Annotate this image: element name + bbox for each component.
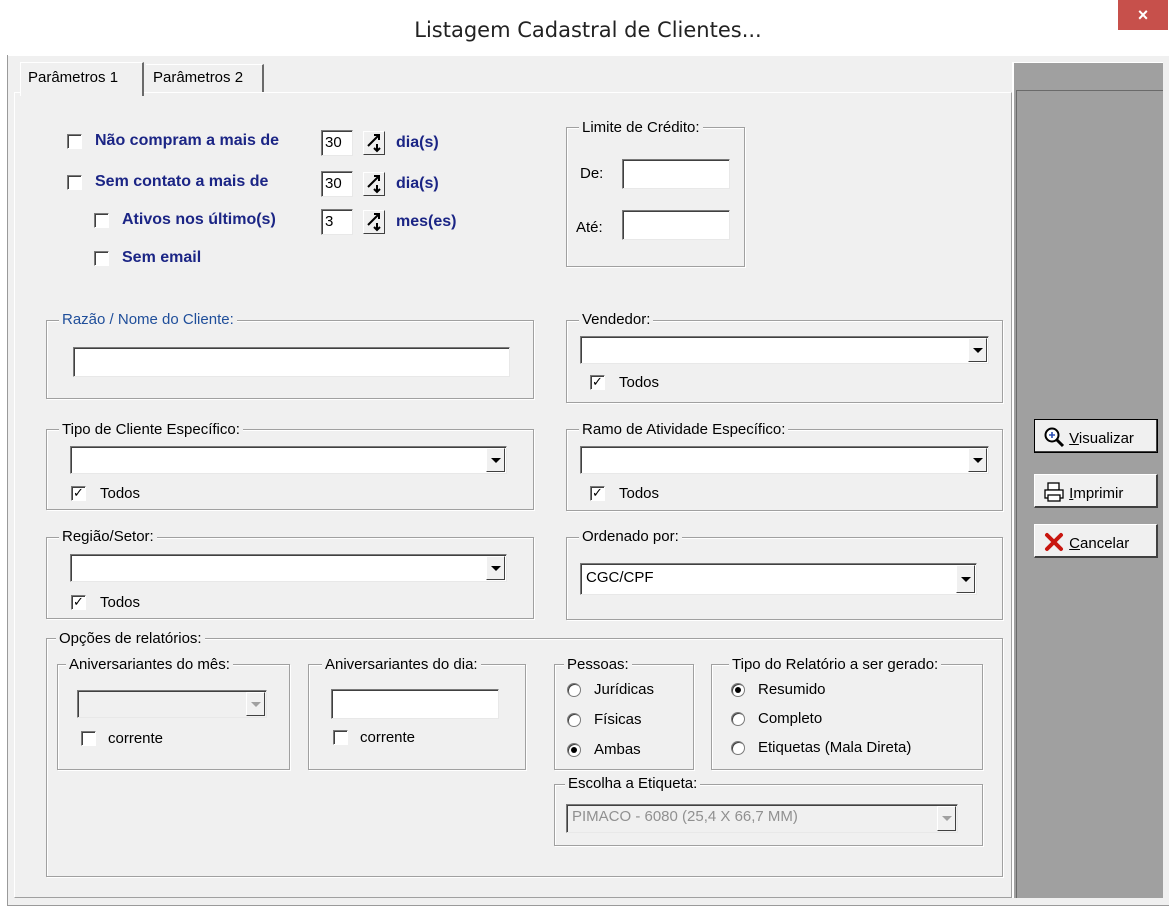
vendedor-select[interactable] xyxy=(580,336,989,364)
ordenado-select[interactable]: CGC/CPF xyxy=(580,563,977,595)
ramo-legend: Ramo de Atividade Específico: xyxy=(579,421,789,438)
aniv-mes-corrente-label: corrente xyxy=(108,730,164,747)
nao-compram-label: Não compram a mais de xyxy=(95,132,280,149)
window-border xyxy=(7,905,1169,906)
aniv-dia-corrente-label: corrente xyxy=(360,729,416,746)
sem-email-label: Sem email xyxy=(122,249,202,266)
tipo-resumido-label: Resumido xyxy=(758,681,826,698)
tab-parametros-1[interactable]: Parâmetros 1 xyxy=(20,62,144,96)
credito-de-input[interactable] xyxy=(622,159,730,189)
visualizar-button[interactable]: Visualizar xyxy=(1034,419,1158,453)
window-title: Listagem Cadastral de Clientes... xyxy=(414,18,762,42)
regiao-legend: Região/Setor: xyxy=(59,528,157,545)
aniv-mes-select[interactable] xyxy=(77,690,267,718)
ativos-unit: mes(es) xyxy=(396,213,457,230)
etiqueta-legend: Escolha a Etiqueta: xyxy=(565,775,701,792)
radio-selected-dot xyxy=(735,687,741,693)
ativos-months-input[interactable]: 3 xyxy=(321,209,353,235)
etiqueta-select[interactable]: PIMACO - 6080 (25,4 X 66,7 MM) xyxy=(566,804,958,833)
ramo-todos-checkbox[interactable]: ✓ xyxy=(590,486,605,501)
cancelar-label: ancelar xyxy=(1080,535,1130,552)
credito-de-label: De: xyxy=(580,165,604,182)
etiqueta-select-value: PIMACO - 6080 (25,4 X 66,7 MM) xyxy=(572,808,798,825)
ativos-spinner[interactable] xyxy=(363,210,385,234)
ativos-label: Ativos nos último(s) xyxy=(122,211,276,228)
credito-ate-label: Até: xyxy=(576,219,603,236)
aniv-dia-legend: Aniversariantes do dia: xyxy=(322,656,481,673)
regiao-todos-checkbox[interactable]: ✓ xyxy=(71,595,86,610)
tipo-cliente-todos-checkbox[interactable]: ✓ xyxy=(71,486,86,501)
spin-arrows-icon xyxy=(367,213,381,232)
tipo-cliente-todos-label: Todos xyxy=(100,485,141,502)
chevron-down-icon[interactable] xyxy=(956,565,975,593)
vendedor-todos-checkbox[interactable]: ✓ xyxy=(590,375,605,390)
sem-contato-checkbox[interactable] xyxy=(67,175,82,190)
visualizar-accel: V xyxy=(1069,430,1079,447)
red-x-icon xyxy=(1045,533,1063,551)
cancelar-button[interactable]: Cancelar xyxy=(1034,524,1158,558)
pessoas-legend: Pessoas: xyxy=(564,656,632,673)
limite-credito-group xyxy=(566,127,745,267)
limite-credito-legend: Limite de Crédito: xyxy=(579,119,703,136)
chevron-down-icon[interactable] xyxy=(246,692,265,716)
imprimir-button[interactable]: Imprimir xyxy=(1034,474,1158,508)
spin-arrows-icon xyxy=(367,175,381,194)
sem-contato-spinner[interactable] xyxy=(363,172,385,196)
regiao-todos-label: Todos xyxy=(100,594,141,611)
credito-ate-input[interactable] xyxy=(622,210,730,240)
close-button[interactable]: × xyxy=(1118,0,1168,30)
tipo-etiquetas-label: Etiquetas (Mala Direta) xyxy=(758,739,912,756)
chevron-down-icon[interactable] xyxy=(486,556,505,580)
tipo-cliente-legend: Tipo de Cliente Específico: xyxy=(59,421,243,438)
visualizar-label: isualizar xyxy=(1078,430,1134,447)
aniv-dia-input[interactable] xyxy=(331,689,499,719)
ordenado-select-value: CGC/CPF xyxy=(586,569,654,586)
tipo-etiquetas-radio[interactable] xyxy=(731,741,745,755)
nao-compram-days-input[interactable]: 30 xyxy=(321,130,353,156)
vendedor-legend: Vendedor: xyxy=(579,311,654,328)
nao-compram-unit: dia(s) xyxy=(396,134,439,151)
sem-contato-unit: dia(s) xyxy=(396,175,439,192)
ordenado-legend: Ordenado por: xyxy=(579,528,682,545)
razao-legend: Razão / Nome do Cliente: xyxy=(59,311,237,328)
pessoas-fisicas-label: Físicas xyxy=(594,711,642,728)
spin-arrows-icon xyxy=(367,134,381,153)
tipo-completo-radio[interactable] xyxy=(731,712,745,726)
tipo-completo-label: Completo xyxy=(758,710,823,727)
ramo-select[interactable] xyxy=(580,446,989,474)
vendedor-todos-label: Todos xyxy=(619,374,660,391)
pessoas-ambas-label: Ambas xyxy=(594,741,641,758)
ativos-checkbox[interactable] xyxy=(94,213,109,228)
razao-input[interactable] xyxy=(73,347,510,377)
chevron-down-icon[interactable] xyxy=(968,338,987,362)
tipo-relatorio-legend: Tipo do Relatório a ser gerado: xyxy=(729,656,942,673)
pessoas-ambas-radio[interactable] xyxy=(567,743,581,757)
tipo-resumido-radio[interactable] xyxy=(731,683,745,697)
tab-parametros-2[interactable]: Parâmetros 2 xyxy=(146,64,264,92)
sem-contato-days-input[interactable]: 30 xyxy=(321,171,353,197)
chevron-down-icon[interactable] xyxy=(968,448,987,472)
nao-compram-spinner[interactable] xyxy=(363,131,385,155)
tipo-cliente-select[interactable] xyxy=(70,446,507,474)
nao-compram-checkbox[interactable] xyxy=(67,134,82,149)
regiao-select[interactable] xyxy=(70,554,507,582)
chevron-down-icon[interactable] xyxy=(486,448,505,472)
close-icon: × xyxy=(1137,5,1149,25)
imprimir-label: mprimir xyxy=(1073,485,1124,502)
pessoas-juridicas-radio[interactable] xyxy=(567,683,581,697)
chevron-down-icon[interactable] xyxy=(937,806,956,831)
sem-email-checkbox[interactable] xyxy=(94,251,109,266)
sem-contato-label: Sem contato a mais de xyxy=(95,173,269,190)
ramo-todos-label: Todos xyxy=(619,485,660,502)
printer-icon xyxy=(1044,482,1064,502)
pessoas-fisicas-radio[interactable] xyxy=(567,713,581,727)
aniv-mes-corrente-checkbox[interactable] xyxy=(81,731,96,746)
aniv-dia-corrente-checkbox[interactable] xyxy=(333,730,348,745)
opcoes-legend: Opções de relatórios: xyxy=(56,630,205,647)
magnifier-icon xyxy=(1044,427,1065,448)
radio-selected-dot xyxy=(571,747,577,753)
cancelar-accel: C xyxy=(1069,535,1081,552)
aniv-mes-legend: Aniversariantes do mês: xyxy=(66,656,233,673)
pessoas-juridicas-label: Jurídicas xyxy=(594,681,655,698)
